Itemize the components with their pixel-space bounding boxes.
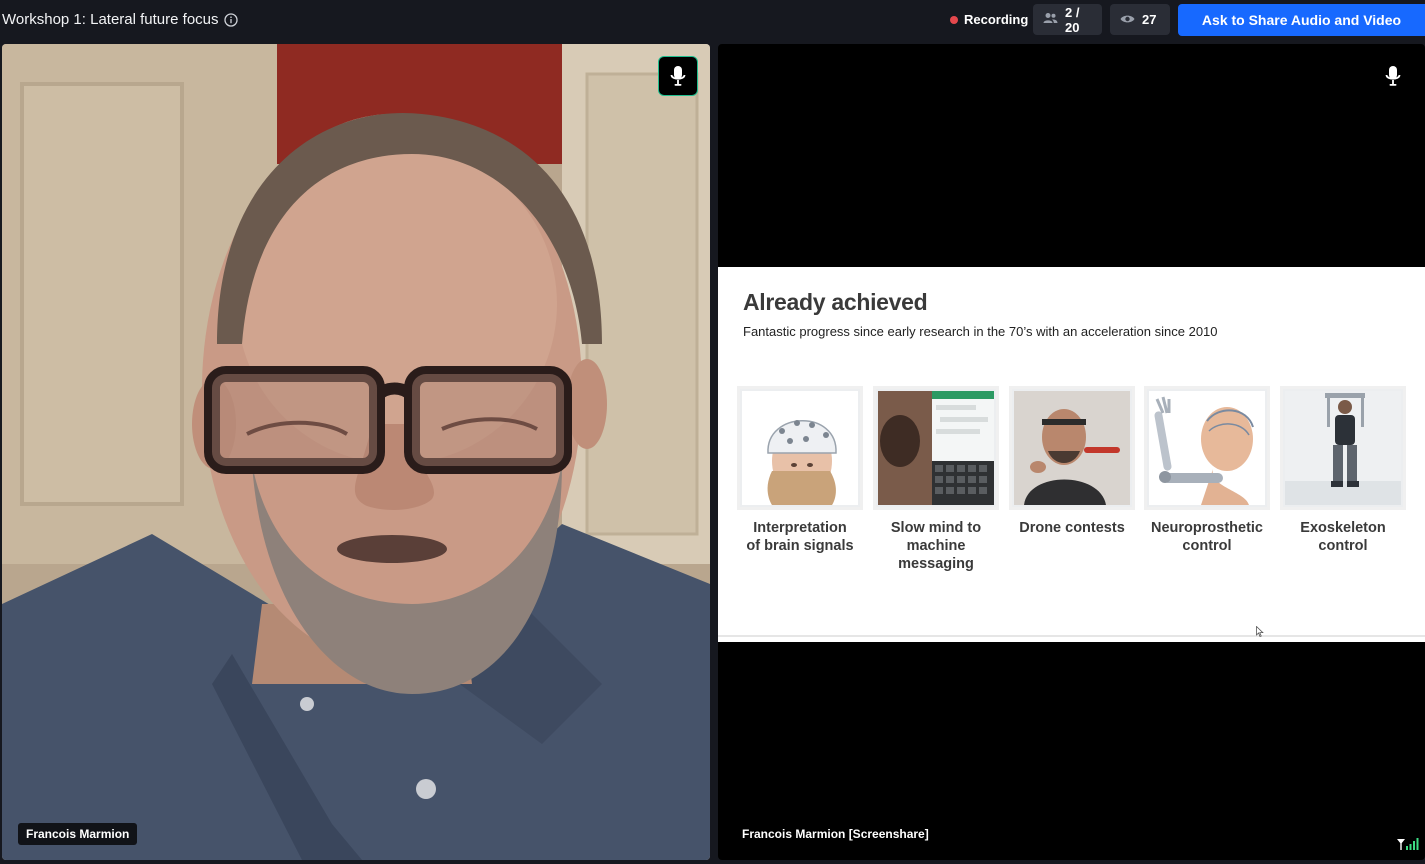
card-label: Interpretation of brain signals	[737, 519, 863, 555]
card-label-line: of brain signals	[746, 538, 854, 554]
slide-title: Already achieved	[743, 289, 928, 315]
mouse-cursor-icon	[1256, 625, 1264, 643]
participants-count: 2 / 20	[1065, 4, 1080, 35]
card-label-line: Exoskeleton	[1300, 520, 1386, 536]
tablet-messaging-image	[873, 386, 999, 510]
card-label-line: Drone contests	[1019, 520, 1125, 536]
recording-indicator: Recording	[950, 12, 1028, 27]
card-label-line: Slow mind to	[890, 520, 982, 536]
ask-to-share-button[interactable]: Ask to Share Audio and Video	[1178, 4, 1425, 36]
viewers-button[interactable]: 27	[1110, 4, 1170, 35]
recording-dot-icon	[950, 15, 958, 24]
exoskeleton-image	[1280, 386, 1406, 510]
eeg-cap-image	[737, 386, 863, 510]
video-tile-screenshare[interactable]: Already achieved Fantastic progress sinc…	[718, 44, 1425, 860]
slide-card-row: Interpretation of brain signals Slow min…	[737, 386, 1417, 586]
meeting-title-group: Workshop 1: Lateral future focus	[2, 11, 238, 28]
slide-card: Exoskeleton control	[1280, 386, 1406, 555]
prosthetic-arm-image	[1144, 386, 1270, 510]
card-label-line: control	[1182, 538, 1232, 554]
screenshare-name-label: Francois Marmion [Screenshare]	[742, 827, 929, 841]
card-label-line: machine	[906, 538, 966, 554]
shared-slide: Already achieved Fantastic progress sinc…	[718, 267, 1425, 642]
card-label-line: Neuroprosthetic	[1151, 520, 1263, 536]
card-label-line: messaging	[898, 556, 974, 572]
card-label: Drone contests	[1009, 519, 1135, 537]
card-label: Neuroprosthetic control	[1144, 519, 1270, 555]
signal-strength-icon	[1397, 837, 1419, 855]
slide-divider	[718, 635, 1425, 637]
drone-headset-image	[1009, 386, 1135, 510]
participants-icon	[1043, 12, 1058, 27]
slide-card: Neuroprosthetic control	[1144, 386, 1270, 555]
card-label: Exoskeleton control	[1280, 519, 1406, 555]
card-label-line: control	[1318, 538, 1368, 554]
slide-card: Drone contests	[1009, 386, 1135, 537]
top-bar: Workshop 1: Lateral future focus Recordi…	[0, 0, 1425, 40]
eye-icon	[1120, 12, 1135, 27]
slide-subtitle: Fantastic progress since early research …	[743, 324, 1218, 339]
viewers-count: 27	[1142, 12, 1157, 27]
meeting-title: Workshop 1: Lateral future focus	[2, 11, 219, 28]
slide-card: Slow mind to machine messaging	[873, 386, 999, 573]
card-label-line: Interpretation	[753, 520, 847, 536]
participant-name-label: Francois Marmion	[18, 823, 138, 845]
participant-video-feed	[2, 44, 710, 860]
slide-card: Interpretation of brain signals	[737, 386, 863, 555]
card-label: Slow mind to machine messaging	[873, 519, 999, 573]
video-tile-camera[interactable]: Francois Marmion	[2, 44, 710, 860]
microphone-icon[interactable]	[658, 56, 698, 96]
microphone-icon[interactable]	[1373, 56, 1413, 96]
info-icon[interactable]	[223, 12, 238, 27]
recording-label: Recording	[964, 12, 1029, 27]
participants-button[interactable]: 2 / 20	[1033, 4, 1102, 35]
